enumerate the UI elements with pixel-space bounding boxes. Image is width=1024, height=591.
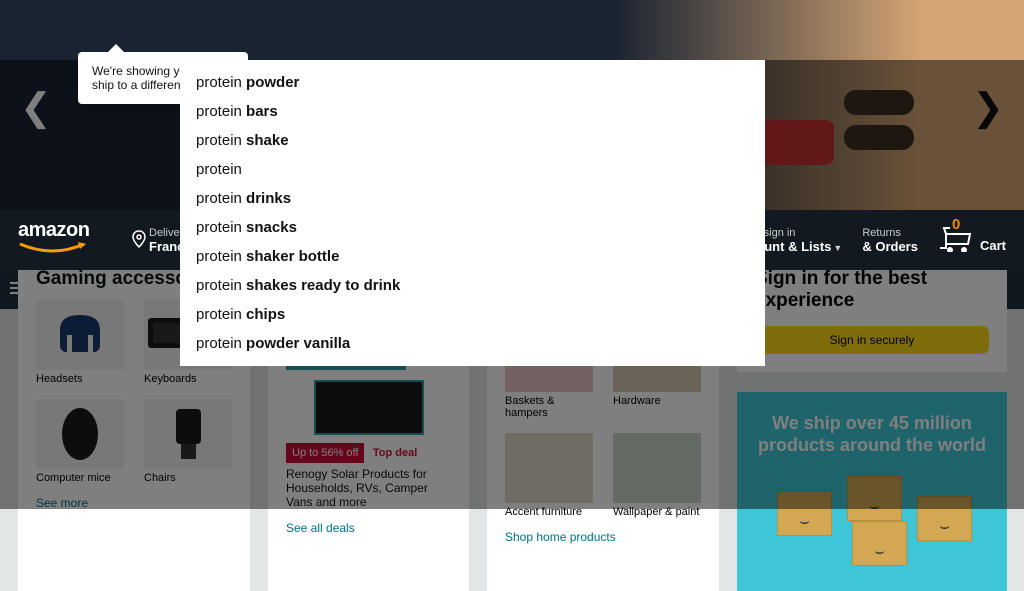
see-all-deals-link[interactable]: See all deals xyxy=(286,521,451,535)
suggestion-item[interactable]: protein powder vanilla xyxy=(180,329,765,358)
suggestion-item[interactable]: protein xyxy=(180,155,765,184)
location-icon xyxy=(131,230,147,252)
amazon-logo[interactable]: amazon xyxy=(18,225,113,255)
search-suggestions-dropdown: protein powder protein bars protein shak… xyxy=(180,60,765,366)
suggestion-item[interactable]: protein powder xyxy=(180,68,765,97)
returns-orders[interactable]: Returns & Orders xyxy=(862,226,918,254)
suggestion-item[interactable]: protein shakes ready to drink xyxy=(180,271,765,300)
shop-home-link[interactable]: Shop home products xyxy=(505,530,701,544)
cart-icon: 0 xyxy=(938,224,976,257)
suggestion-item[interactable]: protein shake xyxy=(180,126,765,155)
cart-count: 0 xyxy=(952,216,960,233)
suggestion-item[interactable]: protein shaker bottle xyxy=(180,242,765,271)
suggestion-item[interactable]: protein bars xyxy=(180,97,765,126)
cart-button[interactable]: 0 Cart xyxy=(938,224,1006,257)
suggestion-item[interactable]: protein chips xyxy=(180,300,765,329)
suggestion-item[interactable]: protein snacks xyxy=(180,213,765,242)
suggestion-item[interactable]: protein drinks xyxy=(180,184,765,213)
